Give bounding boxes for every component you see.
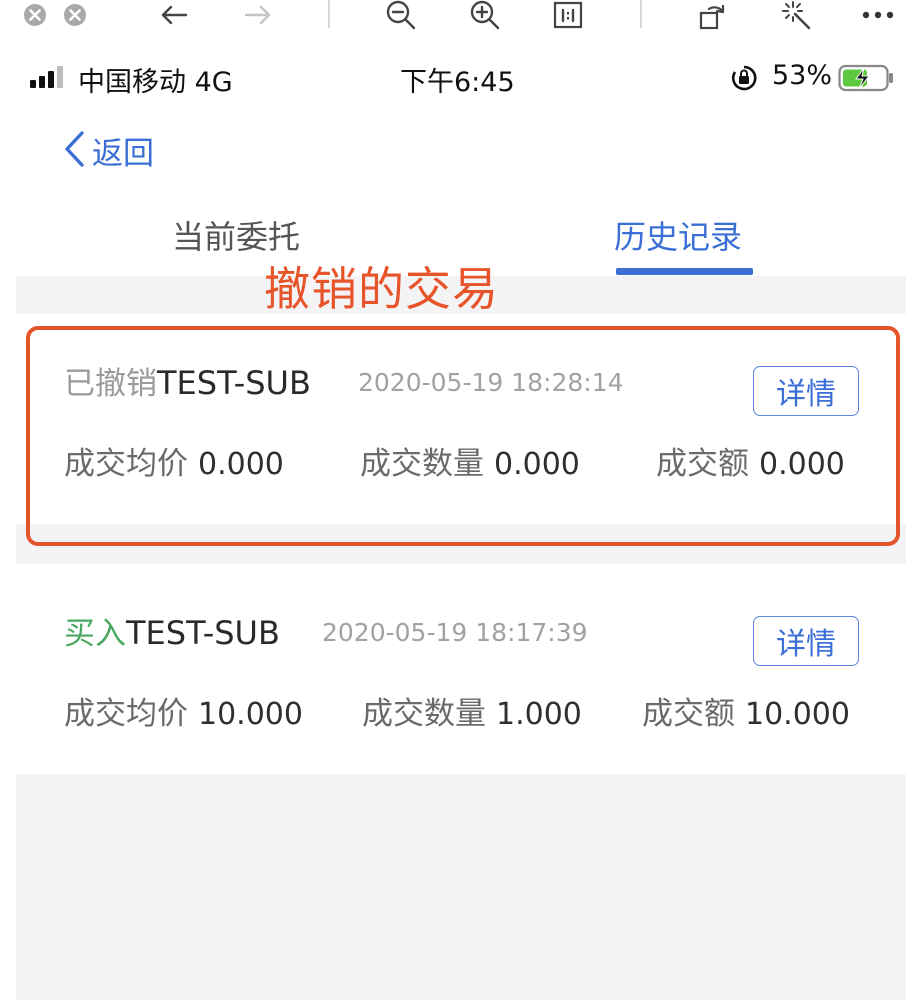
amount-label: 成交额 bbox=[642, 696, 735, 732]
viewer-toolbar bbox=[0, 0, 924, 48]
battery-icon bbox=[838, 64, 894, 96]
order-symbol: TEST-SUB bbox=[126, 614, 280, 652]
back-label: 返回 bbox=[92, 136, 154, 172]
stop-circle-icon[interactable] bbox=[62, 0, 88, 30]
quantity-value: 1.000 bbox=[496, 697, 582, 732]
tab-history[interactable]: 历史记录 bbox=[614, 212, 742, 258]
zoom-out-icon[interactable] bbox=[384, 0, 418, 30]
order-card: 买入TEST-SUB 2020-05-19 18:17:39 详情 成交均价 10… bbox=[16, 564, 906, 774]
close-circle-icon[interactable] bbox=[22, 0, 48, 30]
back-button[interactable]: 返回 bbox=[62, 128, 154, 173]
amount-stat: 成交额 10.000 bbox=[642, 688, 850, 733]
arrow-right-icon[interactable] bbox=[242, 0, 274, 30]
signal-icon bbox=[30, 66, 70, 92]
carrier-label: 中国移动 4G bbox=[78, 67, 233, 98]
clock: 下午6:45 bbox=[400, 67, 515, 98]
order-status: 买入 bbox=[64, 616, 126, 652]
tab-current-orders[interactable]: 当前委托 bbox=[172, 212, 300, 258]
actual-size-icon[interactable] bbox=[552, 0, 584, 30]
order-header: 买入TEST-SUB bbox=[64, 608, 280, 653]
detail-button[interactable]: 详情 bbox=[753, 616, 859, 666]
annotation-label: 撤销的交易 bbox=[264, 262, 499, 316]
quantity-label: 成交数量 bbox=[362, 696, 486, 732]
nav-bar: 返回 bbox=[16, 106, 906, 186]
toolbar-divider bbox=[640, 0, 642, 28]
annotation-highlight-box bbox=[26, 326, 900, 546]
avg-price-label: 成交均价 bbox=[64, 696, 188, 732]
avg-price-stat: 成交均价 10.000 bbox=[64, 688, 303, 733]
tab-active-indicator bbox=[616, 268, 753, 275]
status-bar: 中国移动 4G 下午6:45 53% bbox=[16, 48, 906, 106]
amount-value: 10.000 bbox=[745, 697, 850, 732]
avg-price-value: 10.000 bbox=[198, 697, 303, 732]
zoom-in-icon[interactable] bbox=[468, 0, 502, 30]
more-icon[interactable] bbox=[860, 0, 896, 30]
battery-percent: 53% bbox=[772, 60, 833, 91]
chevron-left-icon bbox=[62, 130, 86, 172]
quantity-stat: 成交数量 1.000 bbox=[362, 688, 582, 733]
arrow-left-icon[interactable] bbox=[158, 0, 190, 30]
toolbar-divider bbox=[328, 0, 330, 28]
magic-wand-icon[interactable] bbox=[780, 0, 814, 30]
rotate-icon[interactable] bbox=[696, 0, 728, 30]
order-time: 2020-05-19 18:17:39 bbox=[322, 618, 588, 647]
orientation-lock-icon bbox=[730, 64, 758, 96]
